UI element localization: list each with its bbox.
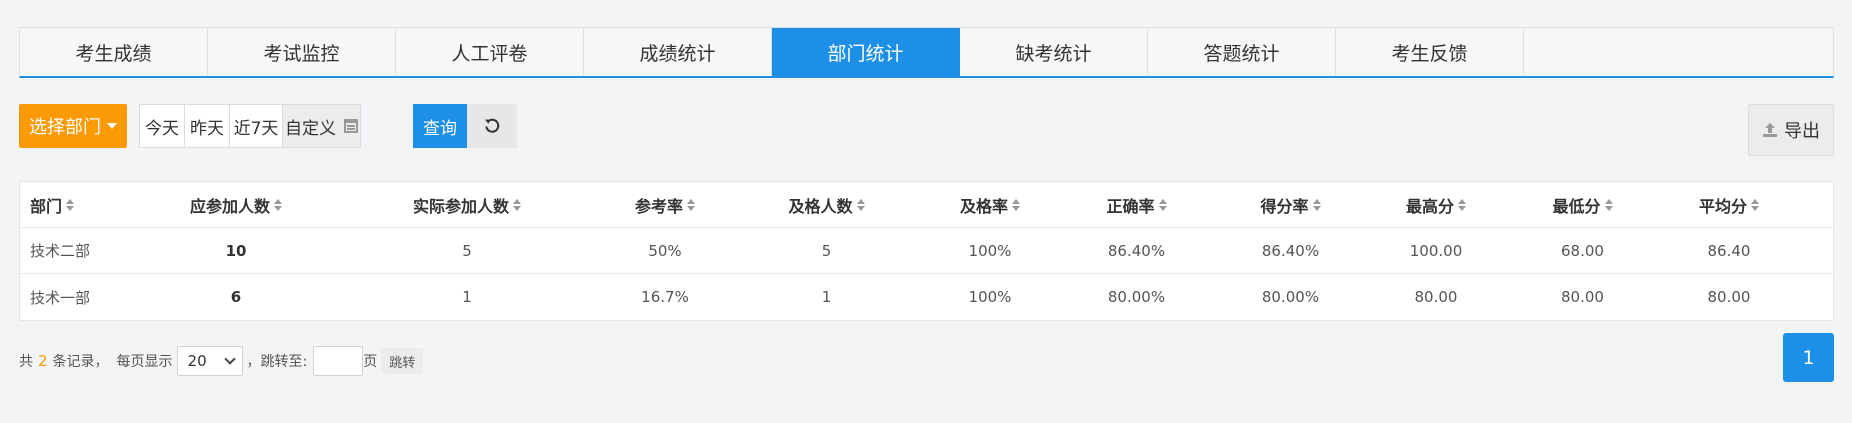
calendar-icon (344, 119, 358, 133)
page-unit: 页 (363, 354, 378, 370)
cell-pass-count: 1 (821, 288, 832, 306)
select-department-button[interactable]: 选择部门 (19, 104, 127, 148)
toolbar: 选择部门 今天 昨天 近7天 自定义 查询 导出 (19, 104, 1834, 156)
sort-icon (1158, 198, 1167, 211)
jump-button[interactable]: 跳转 (381, 348, 424, 374)
table-header-row: 部门 应参加人数 实际参加人数 参考率 及格人数 及格率 正确率 得分率 最高分… (20, 182, 1833, 228)
header-label: 及格率 (959, 196, 1008, 216)
department-stats-table: 部门 应参加人数 实际参加人数 参考率 及格人数 及格率 正确率 得分率 最高分… (19, 181, 1834, 321)
sort-icon (1458, 198, 1466, 211)
range-custom-button[interactable]: 自定义 (283, 105, 360, 147)
sort-icon (1751, 198, 1759, 211)
cell-accuracy: 86.40% (1107, 241, 1166, 260)
tab-absence-stats[interactable]: 缺考统计 (960, 28, 1148, 76)
cell-avg-score: 80.00 (1707, 288, 1751, 306)
header-min-score[interactable]: 最低分 (1509, 182, 1656, 227)
date-range-group: 今天 昨天 近7天 自定义 (139, 104, 361, 148)
range-7days-button[interactable]: 近7天 (230, 105, 283, 147)
tab-examinee-feedback[interactable]: 考生反馈 (1336, 28, 1524, 76)
refresh-icon (485, 118, 500, 133)
table-row: 技术一部 6 1 16.7% 1 100% 80.00% 80.00% 80.0… (20, 274, 1833, 320)
header-expected-count[interactable]: 应参加人数 (140, 182, 332, 227)
tab-exam-scores[interactable]: 考生成绩 (20, 28, 208, 76)
total-count: 2 (38, 352, 48, 370)
cell-expected-count: 10 (225, 241, 247, 260)
table-row: 技术二部 10 5 50% 5 100% 86.40% 86.40% 100.0… (20, 228, 1833, 274)
header-pass-count[interactable]: 及格人数 (728, 182, 925, 227)
jump-page-input[interactable] (313, 346, 364, 376)
header-label: 平均分 (1698, 196, 1747, 216)
header-label: 最高分 (1405, 196, 1454, 216)
header-label: 部门 (30, 196, 63, 216)
cell-min-score: 80.00 (1561, 288, 1604, 306)
per-page-select[interactable]: 20 (176, 346, 243, 376)
cell-pass-rate: 100% (968, 288, 1012, 306)
range-yesterday-button[interactable]: 昨天 (185, 105, 230, 147)
cell-score-rate: 80.00% (1261, 288, 1320, 306)
query-button[interactable]: 查询 (413, 104, 467, 148)
pagination-bar: 共 2 条记录， 每页显示 20 ，跳转至: 页 跳转 (19, 345, 424, 377)
header-label: 及格人数 (788, 196, 853, 216)
sort-icon (687, 198, 695, 211)
header-attendance-rate[interactable]: 参考率 (602, 182, 728, 227)
sort-icon (856, 198, 865, 211)
tab-exam-monitor[interactable]: 考试监控 (208, 28, 396, 76)
sort-icon (513, 198, 521, 211)
chevron-down-icon (223, 353, 236, 365)
header-label: 参考率 (634, 196, 683, 216)
sort-icon (1012, 198, 1020, 211)
cell-avg-score: 86.40 (1707, 241, 1751, 260)
cell-expected-count: 6 (230, 288, 242, 306)
per-page-label: 每页显示 (116, 354, 173, 370)
header-pass-rate[interactable]: 及格率 (925, 182, 1055, 227)
range-custom-label: 自定义 (285, 118, 336, 139)
sort-icon (1312, 198, 1321, 211)
jump-label: ，跳转至: (246, 354, 308, 370)
sort-icon (66, 198, 75, 211)
export-label: 导出 (1784, 121, 1820, 142)
total-suffix: 条记录， (52, 354, 109, 370)
header-label: 正确率 (1106, 196, 1155, 216)
tab-department-stats[interactable]: 部门统计 (772, 28, 960, 76)
cell-attendance-rate: 16.7% (641, 288, 689, 306)
tab-score-stats[interactable]: 成绩统计 (584, 28, 772, 76)
range-today-button[interactable]: 今天 (140, 105, 185, 147)
select-department-label: 选择部门 (29, 117, 101, 138)
cell-pass-count: 5 (821, 241, 832, 260)
cell-score-rate: 86.40% (1261, 241, 1320, 260)
upload-icon (1763, 123, 1777, 137)
cell-actual-count: 1 (462, 288, 472, 306)
header-label: 得分率 (1260, 196, 1309, 216)
cell-accuracy: 80.00% (1107, 288, 1166, 306)
header-label: 最低分 (1552, 196, 1601, 216)
tab-bar: 考生成绩 考试监控 人工评卷 成绩统计 部门统计 缺考统计 答题统计 考生反馈 (19, 27, 1834, 78)
export-button[interactable]: 导出 (1748, 104, 1834, 156)
cell-min-score: 68.00 (1561, 241, 1604, 260)
header-score-rate[interactable]: 得分率 (1218, 182, 1363, 227)
cell-department: 技术一部 (30, 288, 91, 307)
per-page-value: 20 (187, 352, 207, 370)
header-avg-score[interactable]: 平均分 (1656, 182, 1802, 227)
sort-icon (1604, 198, 1613, 211)
sort-icon (274, 198, 282, 211)
total-prefix: 共 (19, 354, 33, 370)
header-label: 实际参加人数 (412, 196, 509, 216)
page-button-current[interactable]: 1 (1783, 333, 1834, 382)
tab-manual-grading[interactable]: 人工评卷 (396, 28, 584, 76)
reset-button[interactable] (467, 104, 517, 148)
cell-max-score: 80.00 (1414, 288, 1458, 306)
cell-actual-count: 5 (462, 241, 472, 260)
header-accuracy[interactable]: 正确率 (1055, 182, 1218, 227)
cell-pass-rate: 100% (968, 241, 1012, 260)
header-actual-count[interactable]: 实际参加人数 (332, 182, 602, 227)
cell-attendance-rate: 50% (648, 241, 682, 260)
header-department[interactable]: 部门 (20, 182, 140, 227)
cell-max-score: 100.00 (1409, 241, 1463, 260)
tab-answer-stats[interactable]: 答题统计 (1148, 28, 1336, 76)
header-label: 应参加人数 (189, 196, 270, 216)
header-max-score[interactable]: 最高分 (1363, 182, 1509, 227)
cell-department: 技术二部 (30, 242, 91, 260)
caret-down-icon (107, 123, 117, 129)
